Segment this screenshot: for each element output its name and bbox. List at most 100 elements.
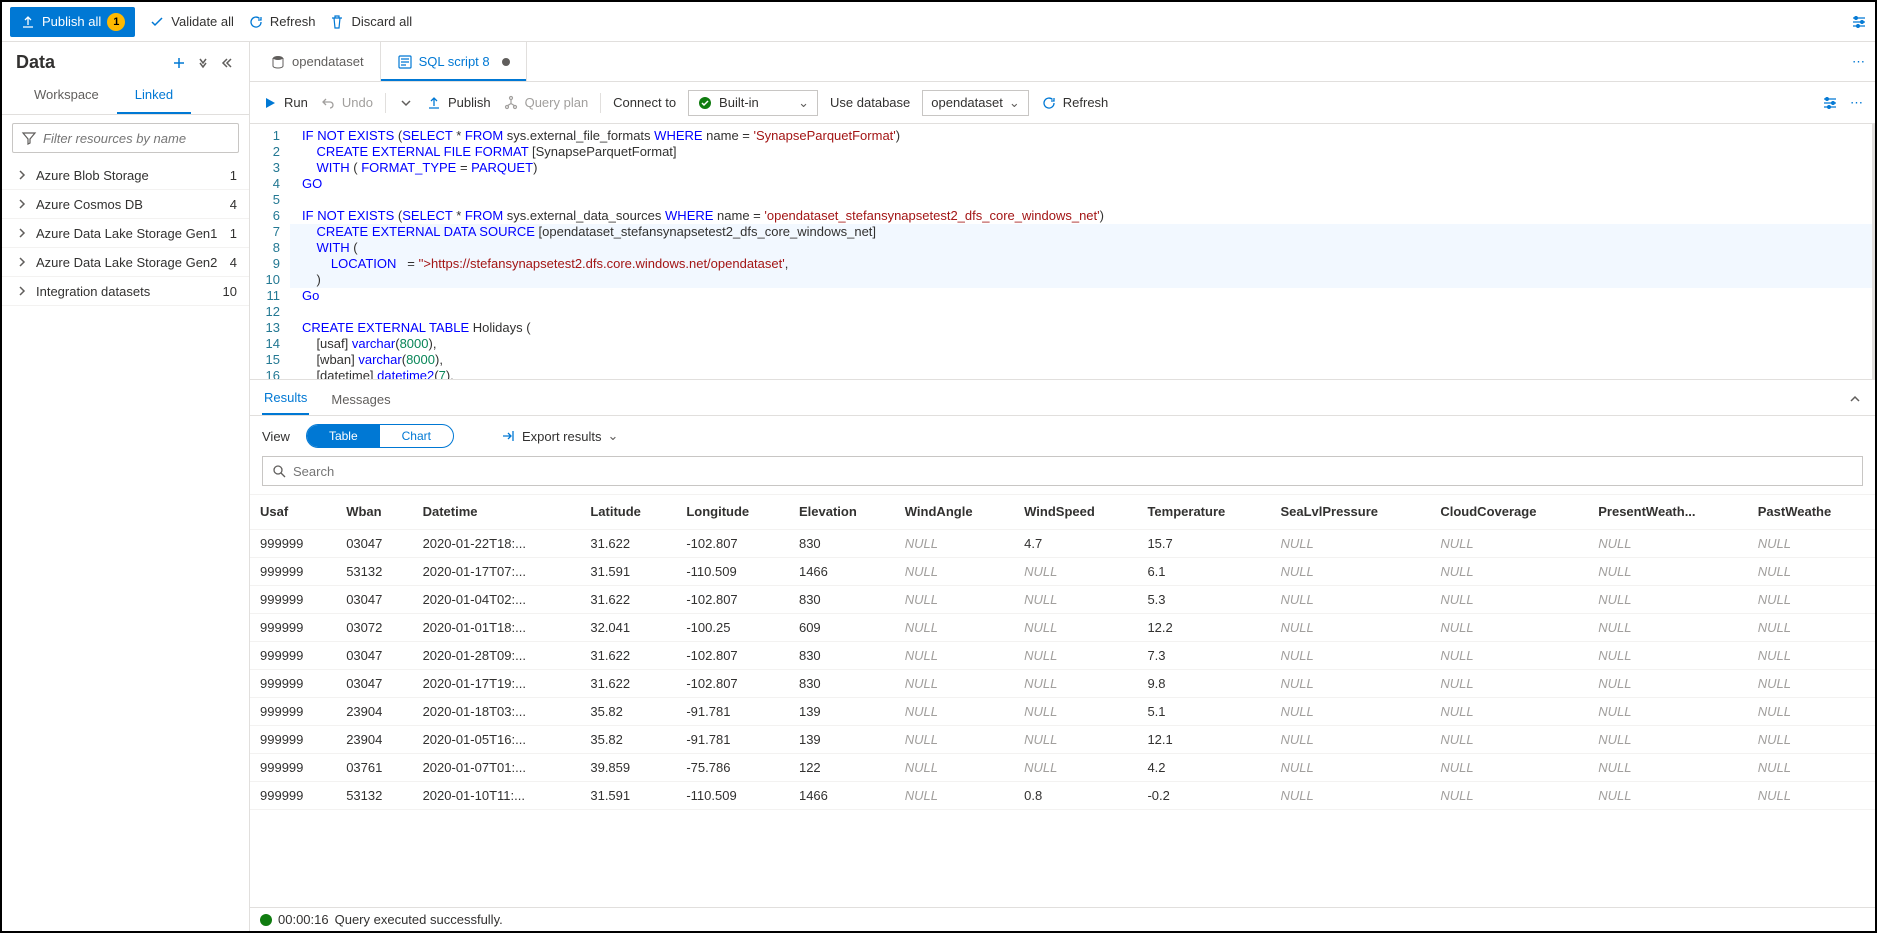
table-row[interactable]: 999999239042020-01-05T16:...35.82-91.781… xyxy=(250,725,1875,753)
view-row: View Table Chart Export results ⌄ xyxy=(250,416,1875,456)
minimap-scrollbar[interactable] xyxy=(1872,124,1875,379)
code-line[interactable]: WITH ( xyxy=(290,240,1875,256)
table-cell: 15.7 xyxy=(1137,529,1270,557)
sql-editor[interactable]: 12345678910111213141516 IF NOT EXISTS (S… xyxy=(250,124,1875,380)
column-header[interactable]: Usaf xyxy=(250,495,336,529)
results-search-input[interactable] xyxy=(293,464,1854,479)
table-cell: 03047 xyxy=(336,585,412,613)
sidebar-item[interactable]: Azure Data Lake Storage Gen11 xyxy=(2,219,249,248)
table-row[interactable]: 999999531322020-01-17T07:...31.591-110.5… xyxy=(250,557,1875,585)
code-line[interactable]: ) xyxy=(290,272,1875,288)
database-select[interactable]: opendataset ⌄ xyxy=(922,90,1028,116)
undo-button[interactable]: Undo xyxy=(320,95,373,111)
settings-icon[interactable] xyxy=(1822,95,1838,111)
code-line[interactable]: LOCATION = ''>https://stefansynapsetest2… xyxy=(290,256,1875,272)
tab-linked[interactable]: Linked xyxy=(117,79,191,114)
more-button[interactable]: ⋯ xyxy=(1850,95,1863,111)
chevron-left-double-icon[interactable] xyxy=(219,55,235,71)
refresh-top-button[interactable]: Refresh xyxy=(248,14,316,30)
tab-messages[interactable]: Messages xyxy=(329,384,392,415)
column-header[interactable]: Longitude xyxy=(676,495,789,529)
discard-all-button[interactable]: Discard all xyxy=(329,14,412,30)
table-cell: 2020-01-01T18:... xyxy=(413,613,581,641)
view-chart-button[interactable]: Chart xyxy=(380,425,453,447)
tab-sql-script[interactable]: SQL script 8 xyxy=(381,42,527,81)
check-circle-icon xyxy=(697,95,713,111)
table-cell: 999999 xyxy=(250,613,336,641)
table-row[interactable]: 999999030722020-01-01T18:...32.041-100.2… xyxy=(250,613,1875,641)
refresh-label: Refresh xyxy=(270,14,316,29)
sidebar-item[interactable]: Azure Blob Storage1 xyxy=(2,161,249,190)
code-line[interactable] xyxy=(290,304,1875,320)
code-line[interactable]: GO xyxy=(290,176,1875,192)
validate-all-button[interactable]: Validate all xyxy=(149,14,234,30)
status-time: 00:00:16 xyxy=(278,912,329,927)
code-line[interactable]: WITH ( FORMAT_TYPE = PARQUET) xyxy=(290,160,1875,176)
connect-select[interactable]: Built-in ⌄ xyxy=(688,90,818,116)
table-row[interactable]: 999999037612020-01-07T01:...39.859-75.78… xyxy=(250,753,1875,781)
filter-input[interactable] xyxy=(43,131,230,146)
code-line[interactable]: [usaf] varchar(8000), xyxy=(290,336,1875,352)
query-plan-button[interactable]: Query plan xyxy=(503,95,589,111)
code-line[interactable] xyxy=(290,192,1875,208)
tab-opendataset[interactable]: opendataset xyxy=(254,42,381,81)
search-icon xyxy=(271,463,287,479)
column-header[interactable]: PastWeathe xyxy=(1748,495,1875,529)
collapse-double-icon[interactable] xyxy=(195,55,211,71)
table-cell: NULL xyxy=(1748,585,1875,613)
column-header[interactable]: WindAngle xyxy=(895,495,1014,529)
table-cell: NULL xyxy=(895,781,1014,809)
table-row[interactable]: 999999030472020-01-28T09:...31.622-102.8… xyxy=(250,641,1875,669)
code-line[interactable]: [wban] varchar(8000), xyxy=(290,352,1875,368)
chevron-down-icon[interactable] xyxy=(398,95,414,111)
code-line[interactable]: Go xyxy=(290,288,1875,304)
tab-workspace[interactable]: Workspace xyxy=(16,79,117,114)
sql-icon xyxy=(397,54,413,70)
results-table[interactable]: UsafWbanDatetimeLatitudeLongitudeElevati… xyxy=(250,494,1875,907)
settings-icon-button[interactable] xyxy=(1851,14,1867,30)
table-row[interactable]: 999999531322020-01-10T11:...31.591-110.5… xyxy=(250,781,1875,809)
sidebar-item[interactable]: Azure Data Lake Storage Gen24 xyxy=(2,248,249,277)
export-label: Export results xyxy=(522,429,601,444)
column-header[interactable]: Datetime xyxy=(413,495,581,529)
discard-label: Discard all xyxy=(351,14,412,29)
results-search[interactable] xyxy=(262,456,1863,486)
code-line[interactable]: [datetime] datetime2(7), xyxy=(290,368,1875,380)
table-row[interactable]: 999999030472020-01-17T19:...31.622-102.8… xyxy=(250,669,1875,697)
column-header[interactable]: PresentWeath... xyxy=(1588,495,1748,529)
table-row[interactable]: 999999030472020-01-04T02:...31.622-102.8… xyxy=(250,585,1875,613)
column-header[interactable]: Wban xyxy=(336,495,412,529)
table-cell: 999999 xyxy=(250,753,336,781)
run-button[interactable]: Run xyxy=(262,95,308,111)
sidebar-filter[interactable] xyxy=(12,123,239,153)
sidebar-item[interactable]: Integration datasets10 xyxy=(2,277,249,306)
column-header[interactable]: Elevation xyxy=(789,495,895,529)
code-line[interactable]: CREATE EXTERNAL TABLE Holidays ( xyxy=(290,320,1875,336)
table-cell: NULL xyxy=(1748,725,1875,753)
collapse-results-icon[interactable] xyxy=(1847,391,1863,415)
tabs-more-button[interactable]: ⋯ xyxy=(1842,42,1875,81)
code-line[interactable]: CREATE EXTERNAL FILE FORMAT [SynapseParq… xyxy=(290,144,1875,160)
table-row[interactable]: 999999030472020-01-22T18:...31.622-102.8… xyxy=(250,529,1875,557)
column-header[interactable]: WindSpeed xyxy=(1014,495,1137,529)
code-line[interactable]: CREATE EXTERNAL DATA SOURCE [opendataset… xyxy=(290,224,1875,240)
table-cell: 2020-01-17T07:... xyxy=(413,557,581,585)
code-line[interactable]: IF NOT EXISTS (SELECT * FROM sys.externa… xyxy=(290,128,1875,144)
view-table-button[interactable]: Table xyxy=(307,425,380,447)
table-cell: 31.591 xyxy=(580,557,676,585)
export-results-button[interactable]: Export results ⌄ xyxy=(500,428,618,444)
code-area[interactable]: IF NOT EXISTS (SELECT * FROM sys.externa… xyxy=(290,124,1875,379)
tab-results[interactable]: Results xyxy=(262,382,309,415)
sidebar-item[interactable]: Azure Cosmos DB4 xyxy=(2,190,249,219)
column-header[interactable]: Latitude xyxy=(580,495,676,529)
table-row[interactable]: 999999239042020-01-18T03:...35.82-91.781… xyxy=(250,697,1875,725)
publish-all-button[interactable]: Publish all 1 xyxy=(10,7,135,37)
column-header[interactable]: SeaLvlPressure xyxy=(1270,495,1430,529)
publish-button[interactable]: Publish xyxy=(426,95,491,111)
column-header[interactable]: Temperature xyxy=(1137,495,1270,529)
code-line[interactable]: IF NOT EXISTS (SELECT * FROM sys.externa… xyxy=(290,208,1875,224)
refresh-button[interactable]: Refresh xyxy=(1041,95,1109,111)
plus-icon[interactable] xyxy=(171,55,187,71)
table-cell: NULL xyxy=(1430,585,1588,613)
column-header[interactable]: CloudCoverage xyxy=(1430,495,1588,529)
